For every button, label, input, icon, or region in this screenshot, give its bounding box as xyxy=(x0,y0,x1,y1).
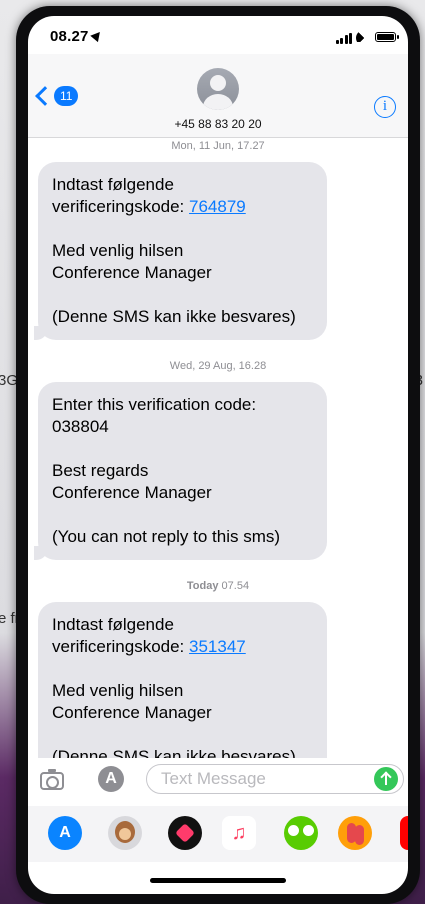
status-bar: 08.27 xyxy=(28,16,408,54)
verification-code-link[interactable]: 351347 xyxy=(189,637,246,656)
home-indicator[interactable] xyxy=(150,878,286,883)
message-timestamp: Today 07.54 xyxy=(186,580,250,592)
signal-icon xyxy=(335,33,352,44)
camera-icon[interactable] xyxy=(40,769,64,790)
status-time: 08.27 xyxy=(50,28,104,45)
phone-frame: 08.27 11 +45 88 83 20 20 i Mon, 11 Jun, … xyxy=(16,6,420,904)
message-list[interactable]: Mon, 11 Jun, 17.27 Indtast følgende verif… xyxy=(28,138,408,758)
location-arrow-icon xyxy=(89,28,104,43)
unread-count-badge: 11 xyxy=(54,86,79,106)
youtube-icon[interactable] xyxy=(400,816,408,850)
app-store-button[interactable]: A xyxy=(98,766,124,792)
messages-screen: 08.27 11 +45 88 83 20 20 i Mon, 11 Jun, … xyxy=(28,16,408,894)
digital-touch-icon[interactable] xyxy=(168,816,202,850)
message-bubble[interactable]: Enter this verification code: 038804 Best… xyxy=(34,382,327,560)
duolingo-icon[interactable] xyxy=(284,816,318,850)
back-button[interactable]: 11 xyxy=(32,86,79,106)
sandals-sticker-icon[interactable] xyxy=(338,816,372,850)
battery-icon xyxy=(375,32,399,42)
app-drawer: A xyxy=(28,806,408,862)
message-timestamp: Wed, 29 Aug, 16.28 xyxy=(169,360,267,372)
message-input[interactable] xyxy=(146,764,404,794)
message-bubble[interactable]: Indtast følgende verificeringskode: 35134… xyxy=(38,602,327,758)
contact-name[interactable]: +45 88 83 20 20 xyxy=(28,117,408,131)
contact-avatar[interactable] xyxy=(197,68,239,110)
music-icon[interactable] xyxy=(222,816,256,850)
wifi-icon xyxy=(356,30,372,42)
message-timestamp: Mon, 11 Jun, 17.27 xyxy=(171,140,265,152)
verification-code: 038804 xyxy=(52,417,109,436)
verification-code-link[interactable]: 764879 xyxy=(189,197,246,216)
send-button[interactable] xyxy=(374,767,398,791)
app-store-icon[interactable]: A xyxy=(48,816,82,850)
info-icon[interactable]: i xyxy=(374,96,396,118)
memoji-icon[interactable] xyxy=(108,816,142,850)
compose-bar: A xyxy=(28,758,408,806)
message-bubble[interactable]: Indtast følgende verificeringskode: 76487… xyxy=(34,162,327,340)
chevron-left-icon xyxy=(35,86,55,106)
conversation-header: 11 +45 88 83 20 20 i xyxy=(28,54,408,138)
